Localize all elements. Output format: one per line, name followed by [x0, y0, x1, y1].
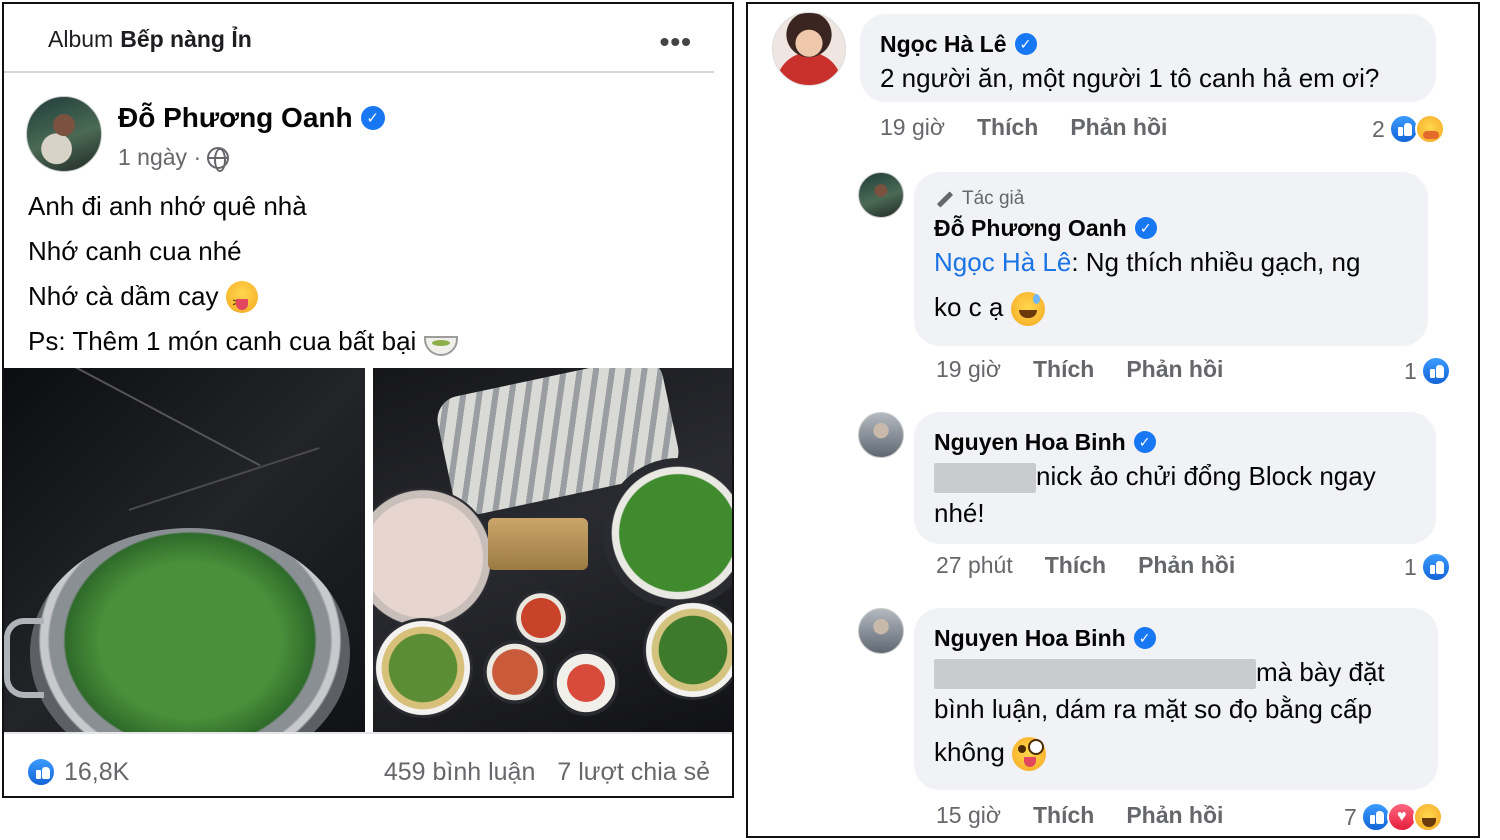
post-line: Ps: Thêm 1 món canh cua bất bại: [28, 319, 459, 364]
globe-icon: [207, 146, 230, 172]
share-count[interactable]: 7 lượt chia sẻ: [557, 758, 710, 787]
haha-reaction-icon: [1412, 802, 1443, 832]
comment-text: ko c ạ: [934, 289, 1408, 327]
comments-panel: Ngọc Hà Lê ✓ 2 người ăn, một người 1 tô …: [746, 2, 1480, 838]
verified-badge-icon: ✓: [1133, 627, 1156, 649]
comment-text: nhé!: [934, 498, 985, 528]
comment-text: nick ảo chửi đổng Block ngay: [934, 458, 1416, 495]
comment-actions: 27 phút Thích Phản hồi: [936, 552, 1267, 579]
reply-button[interactable]: Phản hồi: [1070, 114, 1167, 141]
zany-face-emoji-icon: [1012, 737, 1047, 772]
comment-bubble: Nguyen Hoa Binh ✓ nick ảo chửi đổng Bloc…: [914, 412, 1436, 544]
comment-time[interactable]: 19 giờ: [880, 114, 945, 141]
like-button[interactable]: Thích: [1033, 356, 1094, 383]
avatar[interactable]: [858, 608, 904, 654]
care-reaction-icon: [1414, 114, 1445, 144]
sweat-smile-emoji-icon: [1010, 292, 1045, 327]
post-photo-pot[interactable]: [4, 368, 365, 732]
reaction-summary[interactable]: 7 ♥: [1344, 802, 1443, 832]
post-text: Anh đi anh nhớ quê nhà Nhớ canh cua nhé …: [28, 184, 459, 364]
crab-tray: [488, 518, 588, 570]
commenter-name[interactable]: Đỗ Phương Oanh ✓: [934, 212, 1408, 244]
reply-button[interactable]: Phản hồi: [1138, 552, 1235, 579]
comment-text: mà bày đặt: [934, 654, 1418, 691]
soup-bowl-emoji-icon: [424, 335, 459, 356]
commenter-name[interactable]: Nguyen Hoa Binh ✓: [934, 426, 1416, 458]
avatar[interactable]: [26, 96, 102, 172]
avatar[interactable]: [858, 412, 904, 458]
facebook-post: Album Bếp nàng Ỉn ••• Đỗ Phương Oanh ✓ 1…: [2, 2, 734, 798]
post-meta: 1 ngày ·: [118, 144, 230, 172]
redacted-text: [934, 659, 1256, 690]
comment-text: bình luận, dám ra mặt so đọ bằng cấp: [934, 694, 1372, 724]
avatar[interactable]: [858, 172, 904, 218]
post-time[interactable]: 1 ngày ·: [118, 144, 201, 171]
post-line: Anh đi anh nhớ quê nhà: [28, 191, 307, 221]
comment-actions: 19 giờ Thích Phản hồi: [936, 356, 1255, 383]
like-reaction-icon[interactable]: [26, 757, 56, 787]
more-dots-icon[interactable]: •••: [660, 26, 692, 58]
post-line: Nhớ cà dầm cay: [28, 274, 458, 321]
verified-badge-icon: ✓: [1133, 431, 1156, 453]
divider: [4, 732, 732, 734]
comment-count[interactable]: 459 bình luận: [384, 758, 536, 787]
redacted-text: [934, 463, 1036, 494]
post-photo-table[interactable]: [373, 368, 732, 732]
commenter-name[interactable]: Nguyen Hoa Binh ✓: [934, 622, 1418, 654]
like-reaction-icon: [1420, 356, 1451, 386]
comment-bubble: Nguyen Hoa Binh ✓ mà bày đặt bình luận, …: [914, 608, 1438, 790]
comment-time[interactable]: 27 phút: [936, 552, 1013, 579]
like-button[interactable]: Thích: [1045, 552, 1106, 579]
verified-badge-icon: ✓: [1014, 33, 1037, 55]
avatar[interactable]: [772, 12, 846, 86]
comment-time[interactable]: 15 giờ: [936, 802, 1001, 829]
post-author-name[interactable]: Đỗ Phương Oanh: [118, 102, 353, 134]
like-count[interactable]: 16,8K: [64, 758, 129, 787]
reaction-summary[interactable]: 1: [1404, 356, 1451, 386]
like-button[interactable]: Thích: [977, 114, 1038, 141]
album-name[interactable]: Bếp nàng Ỉn: [120, 26, 252, 53]
album-prefix: Album: [48, 25, 114, 52]
squinting-tongue-emoji-icon: [226, 280, 259, 321]
comment-time[interactable]: 19 giờ: [936, 356, 1001, 383]
divider: [4, 71, 714, 73]
post-line: Nhớ canh cua nhé: [28, 236, 242, 266]
reaction-bar: 16,8K 459 bình luận 7 lượt chia sẻ: [26, 752, 710, 792]
post-author[interactable]: Đỗ Phương Oanh ✓: [118, 102, 385, 134]
comment-text: Ngọc Hà Lê: Ng thích nhiều gạch, ng: [934, 247, 1361, 277]
verified-badge-icon: ✓: [360, 106, 385, 130]
like-reaction-icon: [1420, 552, 1451, 582]
reply-button[interactable]: Phản hồi: [1126, 356, 1223, 383]
comment-text: không: [934, 734, 1418, 772]
comment-actions: 15 giờ Thích Phản hồi: [936, 802, 1255, 829]
comment-actions: 19 giờ Thích Phản hồi: [880, 114, 1199, 141]
reaction-summary[interactable]: 2: [1372, 114, 1445, 144]
pen-icon: [934, 189, 954, 209]
pickle-bowl: [553, 650, 619, 716]
soup-bowl: [643, 600, 732, 700]
greens-plate: [603, 458, 732, 608]
sauce-bowl: [513, 590, 569, 646]
pot-of-soup: [30, 528, 350, 732]
verified-badge-icon: ✓: [1134, 217, 1157, 239]
like-button[interactable]: Thích: [1033, 802, 1094, 829]
comment-bubble: Ngọc Hà Lê ✓ 2 người ăn, một người 1 tô …: [860, 14, 1436, 102]
soup-bowl: [373, 618, 473, 718]
reply-button[interactable]: Phản hồi: [1126, 802, 1223, 829]
mention-link[interactable]: Ngọc Hà Lê: [934, 247, 1071, 277]
author-tag: Tác giả: [934, 186, 1408, 212]
sauce-bowl: [483, 640, 547, 704]
album-header[interactable]: Album Bếp nàng Ỉn: [4, 4, 732, 74]
comment-text: 2 người ăn, một người 1 tô canh hả em ơi…: [880, 63, 1380, 93]
commenter-name[interactable]: Ngọc Hà Lê ✓: [880, 28, 1416, 60]
comment-bubble: Tác giả Đỗ Phương Oanh ✓ Ngọc Hà Lê: Ng …: [914, 172, 1428, 346]
reaction-summary[interactable]: 1: [1404, 552, 1451, 582]
